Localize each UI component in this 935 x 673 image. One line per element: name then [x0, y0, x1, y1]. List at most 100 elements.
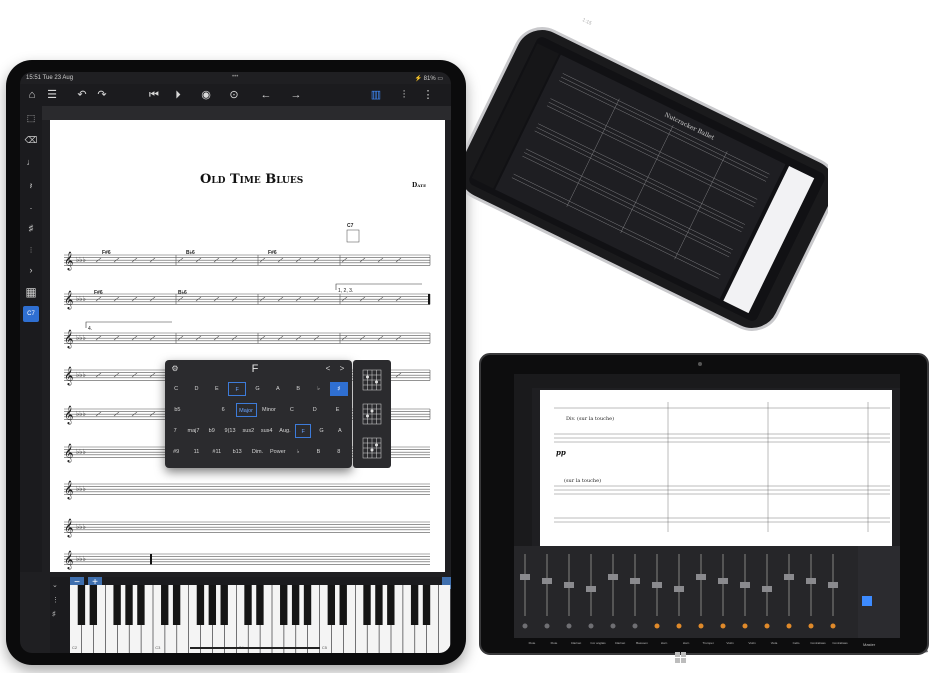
- status-bar: 15:51 Tue 23 Aug ⚡ 81% ▭ •••: [20, 72, 451, 84]
- fader-knob: [608, 574, 618, 580]
- chord-picker-popup: ⚙ F < > C D E F G A B ♭ ♯ b5 6 Major Minor C D E 7 maj7 b9…: [165, 360, 352, 468]
- chord-option[interactable]: G: [313, 424, 329, 438]
- chord-option[interactable]: Minor: [259, 403, 280, 417]
- chord-option[interactable]: F: [295, 424, 312, 438]
- multitask-dots[interactable]: •••: [232, 74, 238, 80]
- grid-icon[interactable]: ▦: [23, 284, 39, 300]
- more-icon[interactable]: ⋮: [420, 84, 436, 106]
- rest-icon[interactable]: 𝄽: [23, 178, 39, 194]
- mixer-channel-label: Clarinet: [570, 641, 582, 645]
- record-icon[interactable]: ◉: [198, 84, 214, 106]
- select-icon[interactable]: ⬚: [23, 110, 39, 126]
- chord-option[interactable]: B: [309, 445, 327, 459]
- chord-label[interactable]: B♭6: [178, 290, 187, 296]
- chord-option[interactable]: E: [327, 403, 348, 417]
- chord-option[interactable]: C: [167, 382, 185, 396]
- play-icon[interactable]: ⏵: [170, 84, 186, 106]
- instrument-icon: [544, 623, 550, 629]
- chord-grid: C D E F G A B ♭ ♯ b5 6 Major Minor C D E 7 maj7 b9 9(13 sus2…: [167, 382, 350, 466]
- chord-option[interactable]: D: [304, 403, 325, 417]
- chord-label[interactable]: F#6: [94, 290, 103, 296]
- chord-option[interactable]: 6: [213, 403, 234, 417]
- prev-chord-button[interactable]: <: [323, 362, 333, 376]
- chord-option[interactable]: A: [332, 424, 348, 438]
- chord-option[interactable]: E: [208, 382, 226, 396]
- volta-label: 4.: [88, 326, 93, 332]
- home-icon[interactable]: ⌂: [24, 84, 40, 106]
- tuplet-icon[interactable]: ⁝: [23, 242, 39, 258]
- chord-tool-button[interactable]: C7: [23, 306, 39, 322]
- chord-option[interactable]: b9: [204, 424, 220, 438]
- piano-keys[interactable]: C2C3C4C5: [70, 585, 451, 653]
- chord-option[interactable]: 8: [330, 445, 348, 459]
- chord-option[interactable]: sus2: [240, 424, 256, 438]
- dot-icon[interactable]: ·: [23, 200, 39, 216]
- chord-option[interactable]: b5: [167, 403, 188, 417]
- mixer-channel-labels: Flute Flute Clarinet Cor anglais Clarinet Bas…: [526, 641, 856, 647]
- fader-track: [810, 554, 812, 616]
- chord-label[interactable]: B♭6: [186, 250, 195, 256]
- eraser-icon[interactable]: ⌫: [23, 132, 39, 148]
- chord-label[interactable]: F#6: [102, 250, 111, 256]
- chord-option[interactable]: Dim.: [248, 445, 266, 459]
- chord-option[interactable]: 7: [167, 424, 183, 438]
- scores-icon[interactable]: ☰: [44, 84, 60, 106]
- chord-option[interactable]: Major: [235, 403, 257, 417]
- mixer-channel-label: Contrabass: [832, 641, 848, 645]
- chord-option[interactable]: ♯: [329, 382, 348, 396]
- piano-icon[interactable]: ▥: [368, 84, 384, 106]
- chord-option[interactable]: B: [289, 382, 307, 396]
- chord-option[interactable]: ♭: [289, 445, 307, 459]
- fader-knob: [674, 586, 684, 592]
- key-signature: ♭♭♭: [76, 334, 86, 342]
- chord-option[interactable]: 9(13: [222, 424, 238, 438]
- chord-label[interactable]: F#6: [268, 250, 277, 256]
- fader-knob: [564, 582, 574, 588]
- chord-option[interactable]: F: [228, 382, 247, 396]
- chord-diagrams[interactable]: [353, 360, 391, 468]
- back-icon[interactable]: ←: [258, 84, 274, 106]
- mixer-channel-label: Cor anglais: [590, 641, 606, 645]
- fader-track: [634, 554, 636, 616]
- score-page[interactable]: Old Time Blues Date 𝄞 ♭♭♭ 𝄞 ♭♭♭ 𝄞 ♭♭♭ 𝄞 ♭♭♭ 𝄞 ♭♭♭…: [50, 120, 445, 572]
- accidental-icon[interactable]: ♯: [23, 220, 39, 236]
- metronome-icon[interactable]: ⊙: [226, 84, 242, 106]
- chord-option[interactable]: #9: [167, 445, 185, 459]
- rewind-icon[interactable]: ⏮: [146, 84, 162, 106]
- chord-option[interactable]: G: [248, 382, 266, 396]
- chord-option[interactable]: ♭: [309, 382, 327, 396]
- settings-gear-icon[interactable]: ⚙: [169, 362, 181, 376]
- instrument-icon: [676, 623, 682, 629]
- black-key: [339, 585, 347, 625]
- fader-track: [700, 554, 702, 616]
- chord-option[interactable]: b13: [228, 445, 246, 459]
- instrument-icon: [566, 623, 572, 629]
- chord-option[interactable]: C: [281, 403, 302, 417]
- mixer-icon[interactable]: ⫶: [396, 84, 412, 106]
- undo-icon[interactable]: ↶: [74, 84, 90, 106]
- next-chord-button[interactable]: >: [337, 362, 347, 376]
- black-key: [244, 585, 252, 625]
- chord-option[interactable]: maj7: [185, 424, 201, 438]
- chord-option[interactable]: #11: [208, 445, 226, 459]
- redo-icon[interactable]: ↷: [94, 84, 110, 106]
- mixer-channel-label: Flute: [550, 641, 558, 645]
- chord-option[interactable]: 11: [187, 445, 205, 459]
- mixer-channel-label: Violin: [748, 641, 756, 645]
- chord-option[interactable]: D: [187, 382, 205, 396]
- keyboard-side-tools[interactable]: ⌄ ⋮ ♯: [52, 581, 66, 649]
- mixer-channel-label: Clarinet: [614, 641, 626, 645]
- chord-option[interactable]: sus4: [259, 424, 275, 438]
- articulation-icon[interactable]: ›: [23, 262, 39, 278]
- chord-option[interactable]: [190, 403, 211, 417]
- note-icon[interactable]: ♩: [23, 154, 39, 170]
- forward-icon[interactable]: →: [288, 84, 304, 106]
- tablet-device: Div. (sur la touche) pp (sur la touche) …: [478, 352, 934, 668]
- chord-option[interactable]: Aug.: [277, 424, 293, 438]
- fader-track: [590, 554, 592, 616]
- octave-label: C5: [322, 645, 328, 650]
- chord-label[interactable]: C7: [347, 223, 353, 229]
- instrument-icon: [720, 623, 726, 629]
- chord-option[interactable]: Power: [269, 445, 287, 459]
- chord-option[interactable]: A: [269, 382, 287, 396]
